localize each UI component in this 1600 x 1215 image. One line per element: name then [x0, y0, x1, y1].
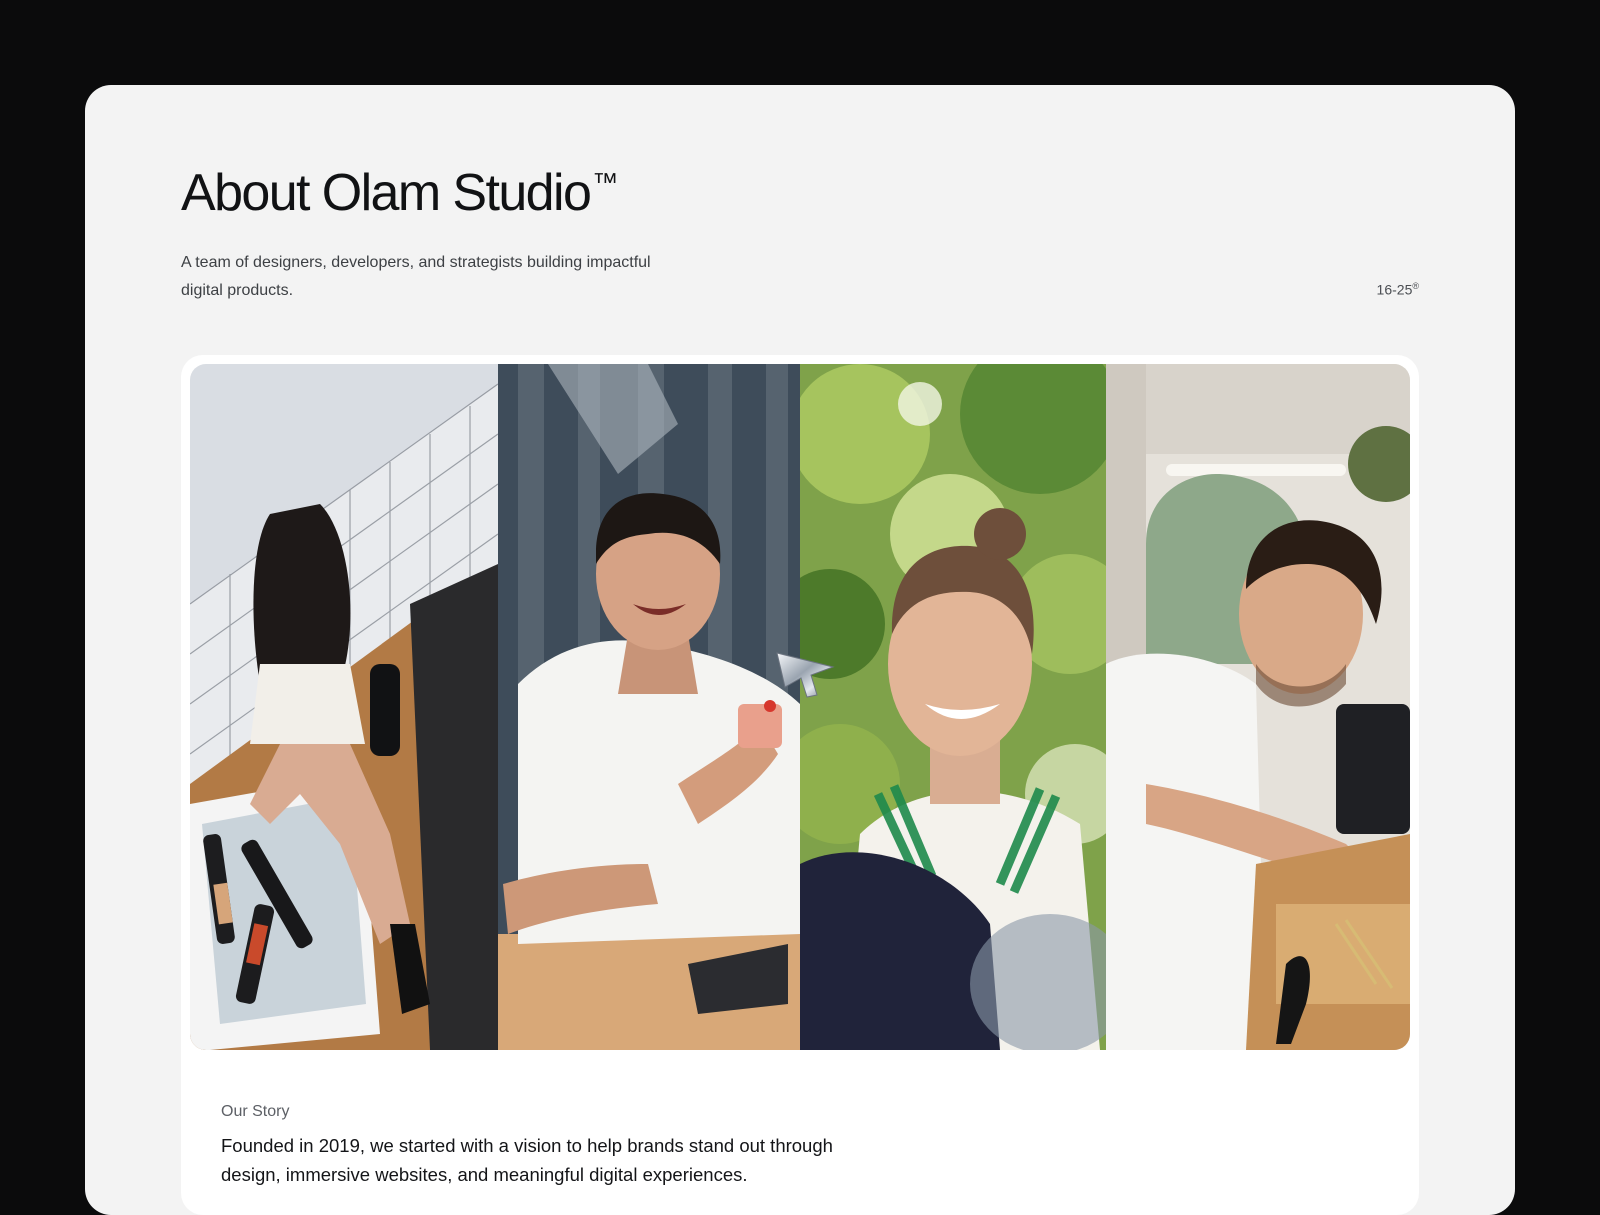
story-section-label: Our Story: [221, 1103, 290, 1120]
smiling-woman-photo: [800, 364, 1106, 1050]
chrome-cursor-icon: [776, 652, 835, 698]
page-subtitle: A team of designers, developers, and str…: [181, 254, 651, 299]
photo-strip: [190, 364, 1410, 1050]
page-title: About Olam Studio™: [181, 164, 619, 222]
year-range: 16-25®: [1376, 281, 1419, 298]
smiling-man-photo: [498, 364, 800, 1050]
about-page-card: About Olam Studio™ A team of designers, …: [85, 85, 1515, 1215]
woman-with-wine-bottles-photo: [190, 364, 498, 1050]
trademark-symbol: ™: [592, 167, 619, 197]
story-description: Founded in 2019, we started with a visio…: [221, 1135, 833, 1185]
team-photo-gallery: [181, 355, 1419, 1215]
registered-mark: ®: [1412, 281, 1419, 291]
man-preparing-food-photo: [1106, 364, 1410, 1050]
